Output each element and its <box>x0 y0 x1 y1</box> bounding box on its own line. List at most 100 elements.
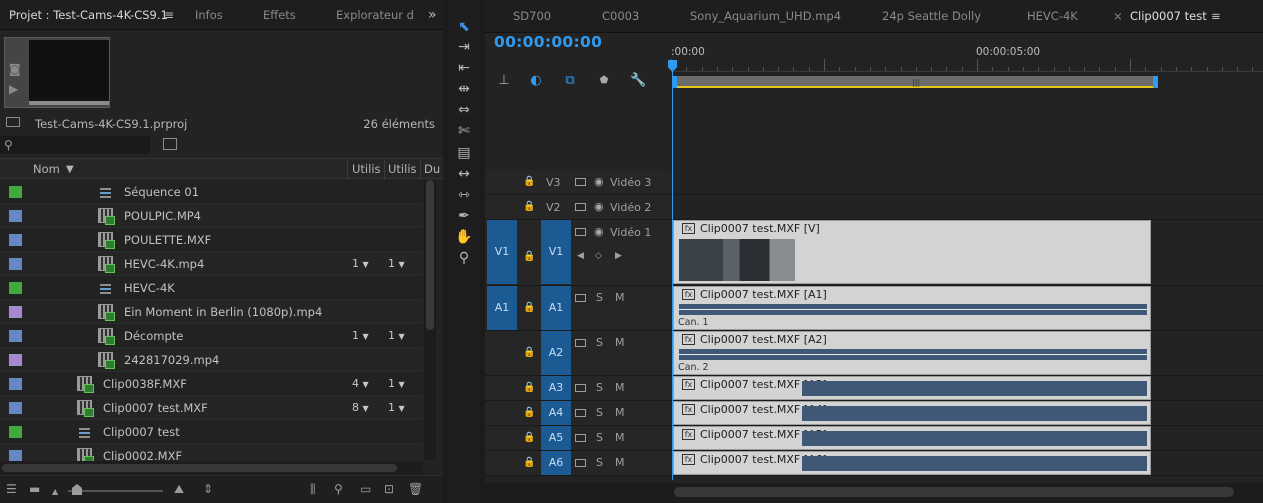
track-lane-a1[interactable]: fx Clip0007 test.MXF [A1] Can. 1 <box>671 286 1263 331</box>
vertical-scrollbar[interactable] <box>424 180 436 460</box>
slide-tool-icon[interactable]: ↔ <box>454 164 474 184</box>
fx-badge[interactable]: fx <box>682 223 695 234</box>
insert-sequence-as-nest-icon[interactable]: ⊥ <box>496 73 512 89</box>
tab-sequence[interactable]: C0003 <box>602 0 639 33</box>
razor-tool-icon[interactable]: ✄ <box>454 121 474 141</box>
timeline-horizontal-scrollbar[interactable] <box>485 483 1263 503</box>
pen-tool-icon[interactable]: ✒ <box>454 206 474 226</box>
tab-effets[interactable]: Effets <box>263 0 296 30</box>
trash-icon[interactable]: 🗑 <box>408 482 423 496</box>
track-header-v2[interactable]: 🔒 V2 ◉ Vidéo 2 <box>485 195 671 220</box>
toggle-sync-lock-icon[interactable] <box>575 228 586 236</box>
column-duration[interactable]: Du <box>424 159 440 180</box>
track-header-a3[interactable]: 🔒 A3 S M <box>485 376 671 401</box>
audio-clip[interactable]: fx Clip0007 test.MXF [A2] Can. 2 <box>673 331 1151 375</box>
lock-icon[interactable]: 🔒 <box>523 457 535 468</box>
list-view-icon[interactable]: ☰ <box>6 482 17 496</box>
track-header-a2[interactable]: 🔒 A2 S M <box>485 331 671 376</box>
rate-stretch-tool-icon[interactable]: ⇔ <box>454 100 474 120</box>
fx-badge[interactable]: fx <box>682 379 695 390</box>
new-item-icon[interactable]: ⊡ <box>384 482 394 496</box>
add-keyframe-icon[interactable]: ◇ <box>595 251 602 261</box>
camera-icon[interactable]: ◙ <box>9 62 21 76</box>
fx-badge[interactable]: fx <box>682 454 695 465</box>
track-lane-a5[interactable]: fx Clip0007 test.MXF [A5] <box>671 426 1263 451</box>
list-item[interactable]: Décompte 1 ▼ 1 ▼ <box>0 324 423 348</box>
column-usage-1[interactable]: Utilis <box>352 159 381 180</box>
close-icon[interactable]: × <box>1113 0 1123 33</box>
toggle-sync-lock-icon[interactable] <box>575 409 586 417</box>
scrollbar-thumb[interactable] <box>674 487 1234 497</box>
slip-tool-icon[interactable]: ▤ <box>454 143 474 163</box>
zoom-slider-knob[interactable] <box>72 484 82 495</box>
zoom-tool-icon[interactable]: ⚲ <box>454 248 474 268</box>
usage-count[interactable]: 1 ▼ <box>388 372 405 397</box>
track-header-a5[interactable]: 🔒 A5 S M <box>485 426 671 451</box>
time-ruler[interactable] <box>671 59 1263 72</box>
lock-icon[interactable]: 🔒 <box>523 432 535 443</box>
source-patch-a1[interactable]: A1 <box>487 286 517 330</box>
prev-keyframe-icon[interactable]: ◀ <box>577 251 584 261</box>
track-lane-v3[interactable] <box>671 170 1263 195</box>
tab-project[interactable]: Projet : Test-Cams-4K-CS9.1 <box>9 0 168 30</box>
solo-button[interactable]: S <box>596 431 603 444</box>
label-color-swatch[interactable] <box>9 426 22 438</box>
fx-badge[interactable]: fx <box>682 404 695 415</box>
eye-icon[interactable]: ◉ <box>594 225 604 238</box>
label-color-swatch[interactable] <box>9 186 22 198</box>
tab-infos[interactable]: Infos <box>195 0 223 30</box>
toggle-sync-lock-icon[interactable] <box>575 434 586 442</box>
search-input[interactable] <box>0 136 150 154</box>
track-header-a1[interactable]: A1 🔒 A1 S M <box>485 286 671 331</box>
tab-active-sequence[interactable]: Clip0007 test <box>1130 0 1207 33</box>
preview-scrub-bar[interactable] <box>29 101 109 105</box>
label-color-swatch[interactable] <box>9 402 22 414</box>
column-divider[interactable] <box>347 159 348 180</box>
toggle-sync-lock-icon[interactable] <box>575 339 586 347</box>
new-bin-icon[interactable]: ▭ <box>360 482 371 496</box>
eye-icon[interactable]: ◉ <box>594 200 604 213</box>
mute-button[interactable]: M <box>615 456 625 469</box>
snap-icon[interactable]: ◐ <box>528 73 544 89</box>
hand-tool-icon[interactable]: ✋ <box>454 227 474 247</box>
chevron-down-icon[interactable]: ▼ <box>66 159 74 180</box>
tab-menu-icon[interactable]: ≡ <box>164 0 174 30</box>
solo-button[interactable]: S <box>596 456 603 469</box>
tab-sequence[interactable]: HEVC-4K <box>1027 0 1078 33</box>
solo-button[interactable]: S <box>596 381 603 394</box>
lock-icon[interactable]: 🔒 <box>523 382 535 393</box>
usage-count[interactable]: 1 ▼ <box>352 324 369 349</box>
ripple-edit-tool-icon[interactable]: ⇤ <box>454 58 474 78</box>
list-item[interactable]: POULPIC.MP4 <box>0 204 423 228</box>
fx-badge[interactable]: fx <box>682 289 695 300</box>
track-target-a3[interactable]: A3 <box>541 376 571 400</box>
lock-icon[interactable]: 🔒 <box>523 302 535 313</box>
list-item[interactable]: POULETTE.MXF <box>0 228 423 252</box>
solo-button[interactable]: S <box>596 291 603 304</box>
audio-clip[interactable]: fx Clip0007 test.MXF [A5] <box>673 426 1151 450</box>
track-select-tool-icon[interactable]: ⇥ <box>454 37 474 57</box>
audio-clip[interactable]: fx Clip0007 test.MXF [A3] <box>673 376 1151 400</box>
zoom-out-icon[interactable]: ▲ <box>52 485 58 499</box>
play-icon[interactable]: ▶ <box>9 82 18 96</box>
zoom-handle-right[interactable] <box>1153 76 1158 88</box>
track-target-a5[interactable]: A5 <box>541 426 571 450</box>
mute-button[interactable]: M <box>615 406 625 419</box>
mute-button[interactable]: M <box>615 336 625 349</box>
usage-count[interactable]: 4 ▼ <box>352 372 369 397</box>
next-keyframe-icon[interactable]: ▶ <box>615 251 622 261</box>
mute-button[interactable]: M <box>615 381 625 394</box>
track-target-a1[interactable]: A1 <box>541 286 571 330</box>
find-icon[interactable] <box>163 138 177 150</box>
track-lane-v2[interactable] <box>671 195 1263 220</box>
label-color-swatch[interactable] <box>9 210 22 222</box>
zoom-scroll-bar[interactable]: ||| <box>674 76 1156 88</box>
label-color-swatch[interactable] <box>9 306 22 318</box>
track-target-a4[interactable]: A4 <box>541 401 571 425</box>
list-item[interactable]: 242817029.mp4 <box>0 348 423 372</box>
track-header-v3[interactable]: 🔒 V3 ◉ Vidéo 3 <box>485 170 671 195</box>
tab-menu-icon[interactable]: ≡ <box>1211 0 1221 33</box>
fx-badge[interactable]: fx <box>682 334 695 345</box>
track-lane-a2[interactable]: fx Clip0007 test.MXF [A2] Can. 2 <box>671 331 1263 376</box>
zoom-in-icon[interactable]: ⛰ <box>174 482 184 496</box>
